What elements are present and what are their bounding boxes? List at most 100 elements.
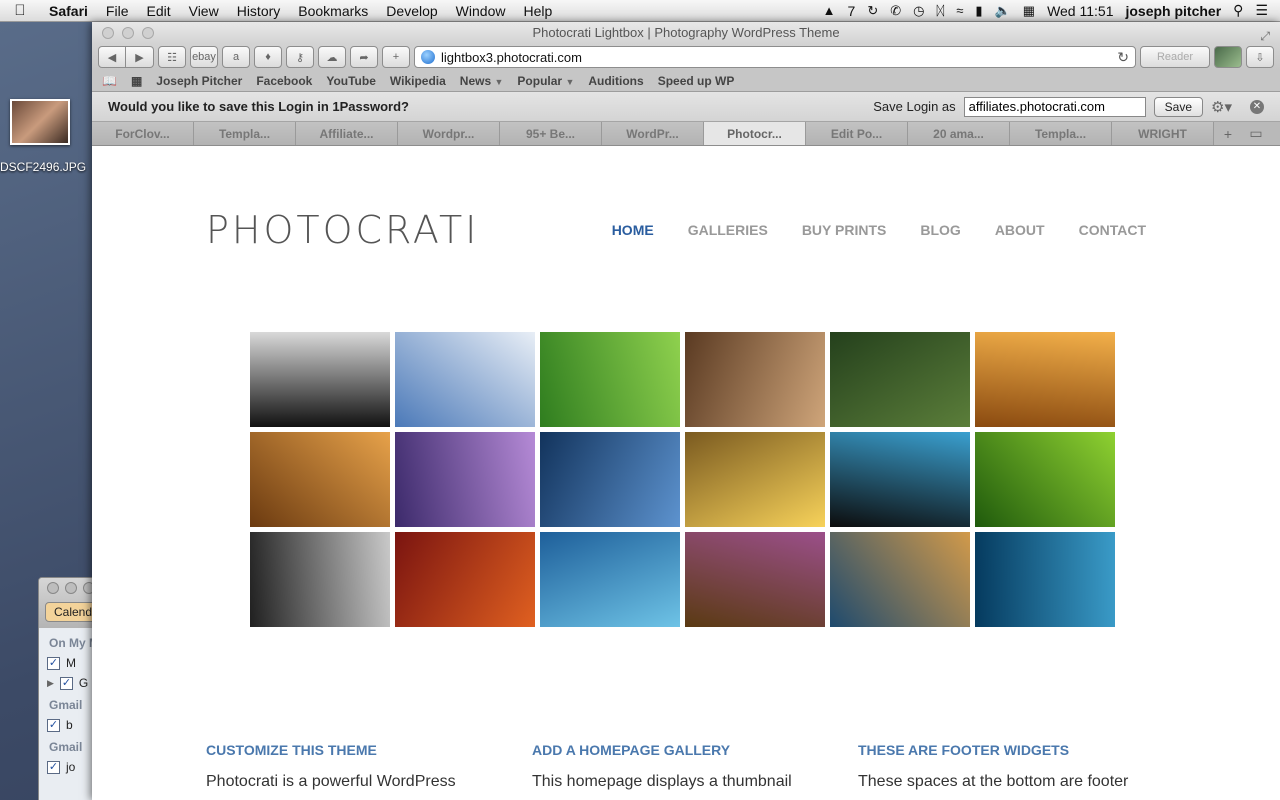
add-bookmark-button[interactable]: + bbox=[382, 46, 410, 68]
menu-user[interactable]: joseph pitcher bbox=[1125, 3, 1221, 19]
tab[interactable]: Edit Po... bbox=[806, 122, 908, 145]
check-icon[interactable]: ✓ bbox=[59, 676, 73, 690]
menu-help[interactable]: Help bbox=[514, 3, 561, 19]
gallery-thumbnail[interactable] bbox=[830, 432, 970, 527]
tab-overview-icon[interactable]: ▭ bbox=[1242, 122, 1270, 145]
calendar-icon[interactable]: ▦ bbox=[1023, 3, 1035, 19]
check-icon[interactable]: ✓ bbox=[47, 656, 60, 670]
nav-blog[interactable]: BLOG bbox=[920, 222, 960, 238]
tab[interactable]: Wordpr... bbox=[398, 122, 500, 145]
site-logo[interactable]: PHOTOCRATI bbox=[206, 208, 479, 252]
forward-button[interactable]: ▶ bbox=[126, 46, 154, 68]
gallery-thumbnail[interactable] bbox=[540, 432, 680, 527]
bookmark-item[interactable]: Facebook bbox=[256, 74, 312, 88]
volume-icon[interactable]: 🔈 bbox=[995, 3, 1011, 19]
share-icon[interactable]: ➦ bbox=[350, 46, 378, 68]
phone-icon[interactable]: ✆ bbox=[890, 3, 901, 19]
gallery-thumbnail[interactable] bbox=[685, 532, 825, 627]
tab[interactable]: Affiliate... bbox=[296, 122, 398, 145]
bookmark-item[interactable]: Wikipedia bbox=[390, 74, 446, 88]
gallery-thumbnail[interactable] bbox=[250, 532, 390, 627]
bluetooth-icon[interactable]: ᛞ bbox=[936, 3, 944, 18]
check-icon[interactable]: ✓ bbox=[47, 718, 60, 732]
wifi-icon[interactable]: ≈ bbox=[956, 3, 963, 18]
menu-view[interactable]: View bbox=[180, 3, 228, 19]
tab[interactable]: 95+ Be... bbox=[500, 122, 602, 145]
gallery-thumbnail[interactable] bbox=[250, 332, 390, 427]
nav-home[interactable]: HOME bbox=[612, 222, 654, 238]
reload-icon[interactable]: ↻ bbox=[1117, 49, 1129, 66]
menu-app[interactable]: Safari bbox=[40, 3, 97, 19]
amazon-icon[interactable]: a bbox=[222, 46, 250, 68]
gallery-thumbnail[interactable] bbox=[540, 532, 680, 627]
extension-image-icon[interactable] bbox=[1214, 46, 1242, 68]
bookmark-item[interactable]: Auditions bbox=[588, 74, 643, 88]
gallery-thumbnail[interactable] bbox=[685, 432, 825, 527]
tab[interactable]: 20 ama... bbox=[908, 122, 1010, 145]
gallery-thumbnail[interactable] bbox=[395, 432, 535, 527]
minimize-icon[interactable] bbox=[122, 27, 134, 39]
save-button[interactable]: Save bbox=[1153, 96, 1204, 117]
key-icon[interactable]: ⚷ bbox=[286, 46, 314, 68]
menu-window[interactable]: Window bbox=[447, 3, 515, 19]
bookmark-folder[interactable]: News ▼ bbox=[460, 74, 504, 88]
extension-icon[interactable]: ♦ bbox=[254, 46, 282, 68]
desktop-photo-icon[interactable] bbox=[10, 99, 70, 145]
cloud-icon[interactable]: ☁ bbox=[318, 46, 346, 68]
url-text[interactable]: lightbox3.photocrati.com bbox=[441, 50, 582, 65]
tray-count[interactable]: 7 bbox=[848, 3, 856, 19]
gallery-thumbnail[interactable] bbox=[395, 332, 535, 427]
download-icon[interactable]: ⇩ bbox=[1246, 46, 1274, 68]
bookmark-item[interactable]: Joseph Pitcher bbox=[156, 74, 242, 88]
time-machine-icon[interactable]: ◷ bbox=[913, 3, 924, 19]
gallery-thumbnail[interactable] bbox=[830, 332, 970, 427]
disclosure-icon[interactable]: ▶ bbox=[47, 678, 54, 689]
new-tab-button[interactable]: + bbox=[1214, 122, 1242, 145]
close-icon[interactable] bbox=[47, 582, 59, 594]
minimize-icon[interactable] bbox=[65, 582, 77, 594]
adobe-icon[interactable]: ▲ bbox=[823, 3, 836, 18]
gallery-thumbnail[interactable] bbox=[830, 532, 970, 627]
gallery-thumbnail[interactable] bbox=[975, 332, 1115, 427]
bookmark-item[interactable]: YouTube bbox=[326, 74, 376, 88]
menu-history[interactable]: History bbox=[228, 3, 290, 19]
close-icon[interactable] bbox=[102, 27, 114, 39]
tab[interactable]: Templa... bbox=[1010, 122, 1112, 145]
gallery-thumbnail[interactable] bbox=[685, 332, 825, 427]
tab[interactable]: ForClov... bbox=[92, 122, 194, 145]
back-button[interactable]: ◀ bbox=[98, 46, 126, 68]
bookmark-folder[interactable]: Popular ▼ bbox=[517, 74, 574, 88]
nav-contact[interactable]: CONTACT bbox=[1079, 222, 1146, 238]
ebay-button[interactable]: ebay bbox=[190, 46, 218, 68]
gallery-thumbnail[interactable] bbox=[395, 532, 535, 627]
apple-icon[interactable]:  bbox=[0, 2, 40, 19]
gallery-thumbnail[interactable] bbox=[250, 432, 390, 527]
tab-active[interactable]: Photocr... bbox=[704, 122, 806, 145]
gear-icon[interactable]: ⚙▾ bbox=[1211, 98, 1232, 116]
check-icon[interactable]: ✓ bbox=[47, 760, 60, 774]
nav-buy-prints[interactable]: BUY PRINTS bbox=[802, 222, 887, 238]
address-bar[interactable]: lightbox3.photocrati.com ↻ bbox=[414, 46, 1136, 68]
gallery-thumbnail[interactable] bbox=[975, 532, 1115, 627]
gallery-thumbnail[interactable] bbox=[540, 332, 680, 427]
battery-icon[interactable]: ▮ bbox=[975, 3, 982, 19]
zoom-icon[interactable] bbox=[142, 27, 154, 39]
spotlight-icon[interactable]: ⚲ bbox=[1233, 2, 1243, 19]
reader-button[interactable]: Reader bbox=[1140, 46, 1210, 68]
menu-develop[interactable]: Develop bbox=[377, 3, 446, 19]
nav-galleries[interactable]: GALLERIES bbox=[688, 222, 768, 238]
top-sites-icon[interactable]: ▦ bbox=[131, 74, 142, 88]
reading-list-icon[interactable]: 📖 bbox=[102, 74, 117, 88]
list-icon[interactable]: ☰ bbox=[1255, 2, 1268, 19]
save-login-input[interactable] bbox=[963, 96, 1146, 117]
tab[interactable]: WRIGHT bbox=[1112, 122, 1214, 145]
close-icon[interactable]: ✕ bbox=[1250, 99, 1264, 114]
menu-file[interactable]: File bbox=[97, 3, 138, 19]
menu-bookmarks[interactable]: Bookmarks bbox=[289, 3, 377, 19]
tab[interactable]: WordPr... bbox=[602, 122, 704, 145]
nav-about[interactable]: ABOUT bbox=[995, 222, 1045, 238]
menu-edit[interactable]: Edit bbox=[137, 3, 179, 19]
bookmark-item[interactable]: Speed up WP bbox=[658, 74, 735, 88]
tab[interactable]: Templa... bbox=[194, 122, 296, 145]
gallery-thumbnail[interactable] bbox=[975, 432, 1115, 527]
